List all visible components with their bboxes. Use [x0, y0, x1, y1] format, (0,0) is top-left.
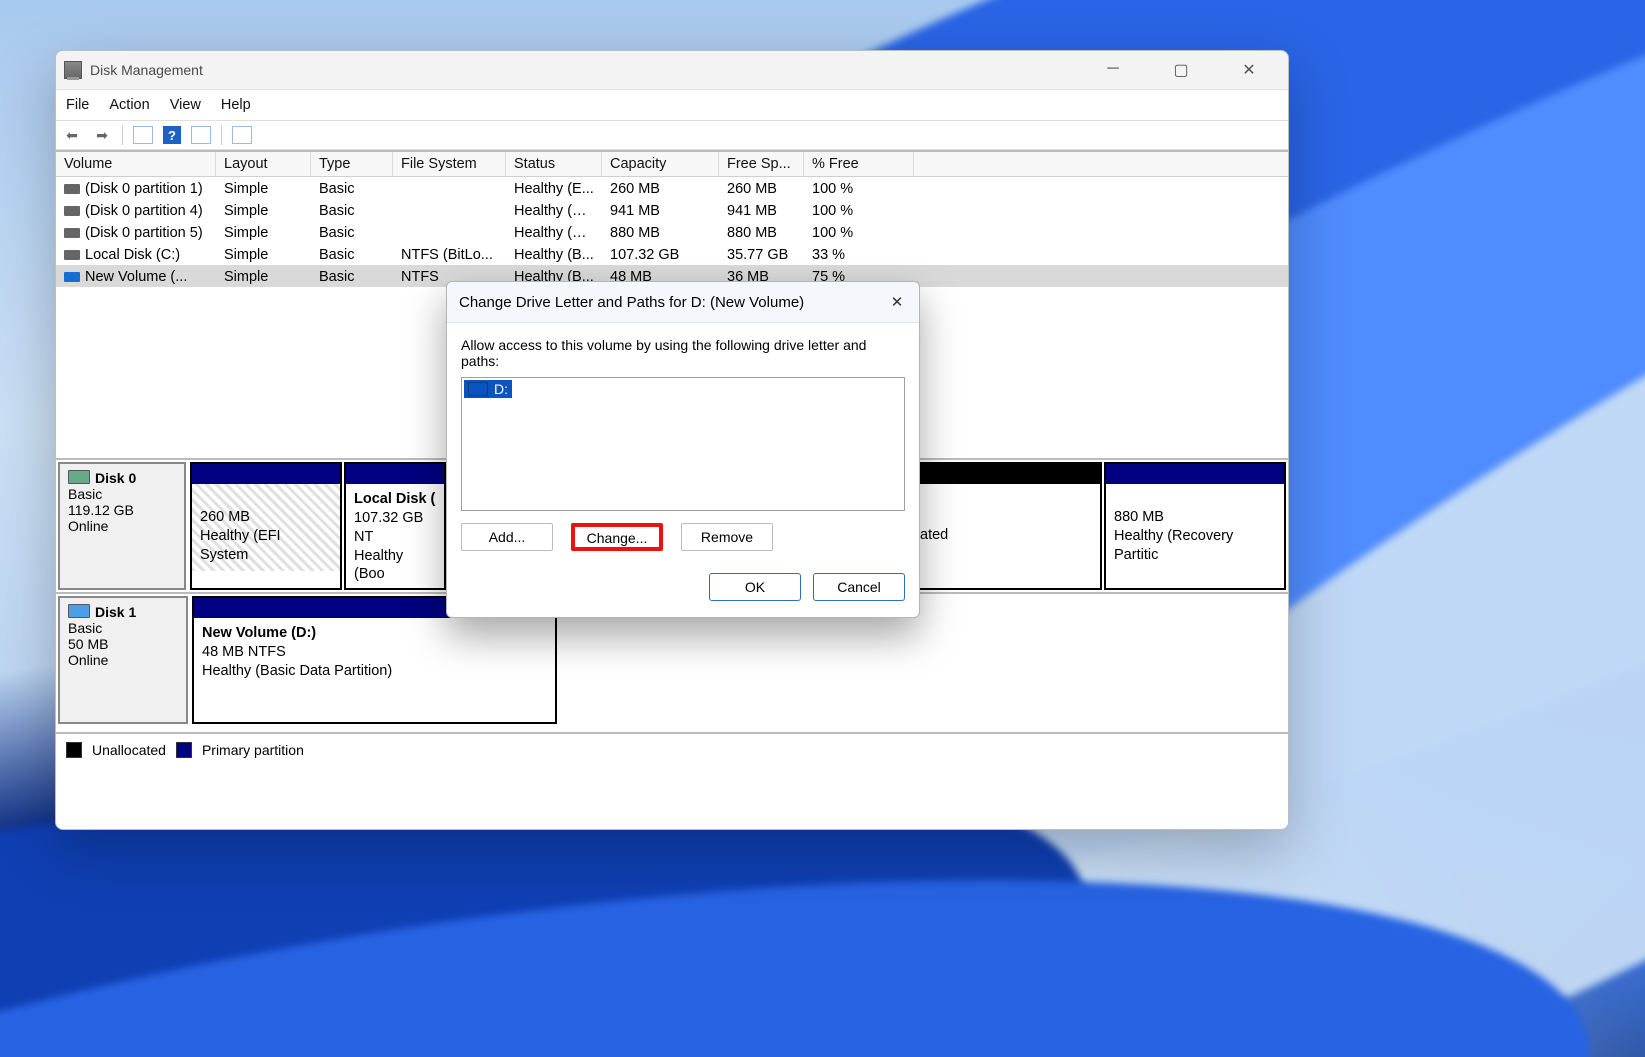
- part-status: Healthy (Boo: [354, 547, 436, 585]
- dialog-message: Allow access to this volume by using the…: [461, 337, 905, 369]
- col-capacity[interactable]: Capacity: [602, 152, 719, 176]
- col-filesystem[interactable]: File System: [393, 152, 506, 176]
- window-title: Disk Management: [90, 62, 203, 78]
- disk1-size: 50 MB: [68, 636, 178, 652]
- volume-row[interactable]: (Disk 0 partition 5)SimpleBasicHealthy (…: [56, 221, 1288, 243]
- partition-c[interactable]: Local Disk ( 107.32 GB NT Healthy (Boo: [344, 462, 446, 590]
- partition-efi[interactable]: 260 MB Healthy (EFI System: [190, 462, 342, 590]
- disk1-name: Disk 1: [95, 604, 136, 620]
- part-status: Healthy (EFI System: [200, 527, 332, 565]
- disk1-state: Online: [68, 652, 178, 668]
- disk0-type: Basic: [68, 486, 176, 502]
- part-status: Healthy (Basic Data Partition): [202, 662, 547, 681]
- part-size: 48 MB NTFS: [202, 643, 547, 662]
- disk0-name: Disk 0: [95, 470, 136, 486]
- drive-letter-item[interactable]: D:: [464, 380, 512, 398]
- col-status[interactable]: Status: [506, 152, 602, 176]
- close-button[interactable]: ✕: [1226, 60, 1272, 80]
- titlebar[interactable]: Disk Management ─ ▢ ✕: [56, 51, 1288, 90]
- ok-button[interactable]: OK: [709, 573, 801, 601]
- part-name: Local Disk (: [354, 490, 436, 509]
- disk0-info[interactable]: Disk 0 Basic 119.12 GB Online: [58, 462, 186, 590]
- drive-letter-label: D:: [494, 381, 508, 397]
- cancel-button[interactable]: Cancel: [813, 573, 905, 601]
- col-free[interactable]: Free Sp...: [719, 152, 804, 176]
- drive-icon: [468, 382, 488, 396]
- part-status: Healthy (Recovery Partitic: [1114, 527, 1276, 565]
- legend-unallocated-swatch: [66, 742, 82, 758]
- legend-unallocated-label: Unallocated: [92, 742, 166, 758]
- dialog-titlebar[interactable]: Change Drive Letter and Paths for D: (Ne…: [447, 282, 919, 323]
- menu-action[interactable]: Action: [109, 97, 149, 113]
- part-size: 880 MB: [1114, 508, 1276, 527]
- toolbar: ⬅ ➡ ?: [56, 120, 1288, 150]
- toolbar-list-icon[interactable]: [232, 126, 252, 144]
- forward-icon[interactable]: ➡: [92, 125, 112, 145]
- menu-view[interactable]: View: [170, 97, 201, 113]
- col-pctfree[interactable]: % Free: [804, 152, 914, 176]
- volume-row[interactable]: (Disk 0 partition 1)SimpleBasicHealthy (…: [56, 177, 1288, 199]
- part-size: 260 MB: [200, 508, 332, 527]
- volume-row[interactable]: (Disk 0 partition 4)SimpleBasicHealthy (…: [56, 199, 1288, 221]
- legend-primary-label: Primary partition: [202, 742, 304, 758]
- disk1-info[interactable]: Disk 1 Basic 50 MB Online: [58, 596, 188, 724]
- legend-primary-swatch: [176, 742, 192, 758]
- dialog-close-button[interactable]: ✕: [887, 293, 907, 311]
- legend: Unallocated Primary partition: [56, 732, 1288, 766]
- toolbar-view-icon[interactable]: [133, 126, 153, 144]
- disk0-state: Online: [68, 518, 176, 534]
- app-icon: [64, 61, 82, 79]
- disk-icon: [68, 604, 90, 618]
- disk0-size: 119.12 GB: [68, 502, 176, 518]
- col-type[interactable]: Type: [311, 152, 393, 176]
- part-name: New Volume (D:): [202, 624, 547, 643]
- partition-recovery[interactable]: 880 MB Healthy (Recovery Partitic: [1104, 462, 1286, 590]
- part-size: 107.32 GB NT: [354, 509, 436, 547]
- drive-letter-listbox[interactable]: D:: [461, 377, 905, 511]
- col-volume[interactable]: Volume: [56, 152, 216, 176]
- menu-bar: File Action View Help: [56, 90, 1288, 120]
- part-status: ated: [920, 526, 1092, 545]
- disk1-type: Basic: [68, 620, 178, 636]
- partition-unallocated[interactable]: ated: [910, 462, 1102, 590]
- change-button[interactable]: Change...: [571, 523, 663, 551]
- menu-file[interactable]: File: [66, 97, 89, 113]
- remove-button[interactable]: Remove: [681, 523, 773, 551]
- column-headers[interactable]: Volume Layout Type File System Status Ca…: [56, 152, 1288, 177]
- menu-help[interactable]: Help: [221, 97, 251, 113]
- maximize-button[interactable]: ▢: [1158, 60, 1204, 80]
- col-layout[interactable]: Layout: [216, 152, 311, 176]
- add-button[interactable]: Add...: [461, 523, 553, 551]
- help-icon[interactable]: ?: [163, 126, 181, 144]
- disk-icon: [68, 470, 90, 484]
- change-drive-letter-dialog: Change Drive Letter and Paths for D: (Ne…: [446, 281, 920, 618]
- toolbar-refresh-icon[interactable]: [191, 126, 211, 144]
- back-icon[interactable]: ⬅: [62, 125, 82, 145]
- minimize-button[interactable]: ─: [1090, 60, 1136, 80]
- dialog-title: Change Drive Letter and Paths for D: (Ne…: [459, 294, 804, 311]
- volume-row[interactable]: Local Disk (C:)SimpleBasicNTFS (BitLo...…: [56, 243, 1288, 265]
